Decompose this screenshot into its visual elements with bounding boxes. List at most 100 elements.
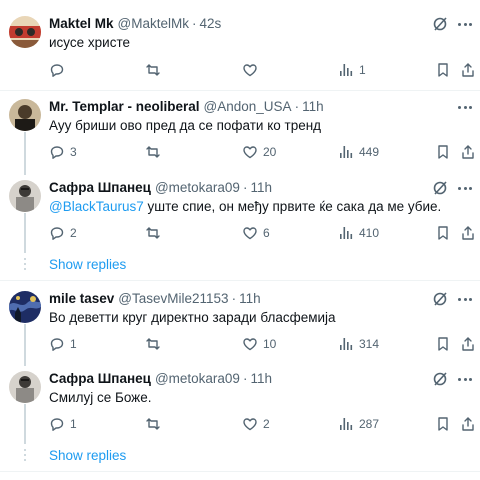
bookmark-icon (438, 63, 448, 77)
like-button[interactable]: 2 (242, 414, 270, 434)
share-button[interactable] (460, 334, 476, 354)
like-count: 6 (263, 226, 270, 240)
more-options-icon[interactable] (458, 291, 472, 307)
author-name[interactable]: Сафра Шпанец (49, 180, 151, 195)
views-count: 449 (359, 145, 380, 159)
reply-count: 3 (70, 145, 77, 159)
reply-button[interactable]: 1 (49, 334, 77, 354)
share-icon (462, 63, 474, 77)
avatar[interactable] (9, 16, 41, 48)
avatar[interactable] (9, 99, 41, 131)
avatar[interactable] (9, 180, 41, 212)
avatar[interactable] (9, 371, 41, 403)
like-count: 10 (263, 337, 277, 351)
views-count: 287 (359, 417, 380, 431)
bookmark-button[interactable] (435, 60, 451, 80)
share-icon (462, 417, 474, 431)
author-handle[interactable]: @MaktelMk (118, 16, 189, 31)
author-handle[interactable]: @metokara09 (155, 371, 240, 386)
reply-count: 1 (70, 417, 77, 431)
reply-count: 2 (70, 226, 77, 240)
post-time[interactable]: 42s (200, 16, 222, 31)
views-button[interactable]: 287 (338, 414, 379, 434)
post-time[interactable]: 11h (250, 371, 272, 386)
bookmark-icon (438, 145, 448, 159)
share-button[interactable] (460, 60, 476, 80)
post-time[interactable]: 11h (250, 180, 272, 195)
repost-button[interactable] (145, 142, 166, 162)
reply-icon (50, 227, 64, 240)
bookmark-button[interactable] (435, 414, 451, 434)
bookmark-button[interactable] (435, 223, 451, 243)
repost-button[interactable] (145, 223, 166, 243)
repost-button[interactable] (145, 414, 166, 434)
author-handle[interactable]: @metokara09 (155, 180, 240, 195)
author-name[interactable]: Maktel Mk (49, 16, 114, 31)
share-icon (462, 226, 474, 240)
post-text: @BlackTaurus7 уште спие, он међу првите … (49, 199, 441, 214)
analytics-icon (340, 64, 353, 76)
more-options-icon[interactable] (458, 16, 472, 32)
analytics-icon (340, 146, 353, 158)
like-button[interactable]: 6 (242, 223, 270, 243)
show-replies-link[interactable]: Show replies (49, 448, 126, 463)
reply-button[interactable]: 1 (49, 414, 77, 434)
avatar[interactable] (9, 291, 41, 323)
grok-icon[interactable] (432, 180, 448, 196)
repost-icon (146, 227, 160, 239)
bookmark-button[interactable] (435, 142, 451, 162)
author-name[interactable]: mile tasev (49, 291, 114, 306)
more-options-icon[interactable] (458, 180, 472, 196)
post-actions: 3 20 449 (0, 142, 480, 162)
reply-icon (50, 146, 64, 159)
repost-button[interactable] (145, 60, 166, 80)
reply-button[interactable]: 2 (49, 223, 77, 243)
reply-icon (50, 64, 64, 77)
heart-icon (243, 227, 257, 240)
post-time[interactable]: 11h (239, 291, 261, 306)
post-time[interactable]: 11h (302, 99, 324, 114)
repost-button[interactable] (145, 334, 166, 354)
author-handle[interactable]: @TasevMile21153 (118, 291, 228, 306)
post-text: Во деветти круг директно заради бласфеми… (49, 310, 336, 325)
like-button[interactable]: 10 (242, 334, 276, 354)
bookmark-icon (438, 337, 448, 351)
show-replies-link[interactable]: Show replies (49, 257, 126, 272)
separator-dot: · (294, 98, 300, 114)
grok-icon[interactable] (432, 291, 448, 307)
share-button[interactable] (460, 414, 476, 434)
post-actions: 1 2 287 (0, 414, 480, 434)
grok-icon[interactable] (432, 16, 448, 32)
views-count: 410 (359, 226, 380, 240)
post-actions: 1 10 314 (0, 334, 480, 354)
reply-icon (50, 418, 64, 431)
like-button[interactable]: 20 (242, 142, 276, 162)
author-handle[interactable]: @Andon_USA (204, 99, 292, 114)
more-options-icon[interactable] (458, 99, 472, 115)
divider (0, 90, 480, 91)
repost-icon (146, 338, 160, 350)
author-name[interactable]: Mr. Templar - neoliberal (49, 99, 200, 114)
analytics-icon (340, 338, 353, 350)
reply-button[interactable]: 3 (49, 142, 77, 162)
views-button[interactable]: 314 (338, 334, 379, 354)
share-button[interactable] (460, 142, 476, 162)
reply-count: 1 (70, 337, 77, 351)
mention-link[interactable]: @BlackTaurus7 (49, 199, 144, 214)
views-count: 1 (359, 63, 366, 77)
views-button[interactable]: 410 (338, 223, 379, 243)
author-name[interactable]: Сафра Шпанец (49, 371, 151, 386)
like-count: 20 (263, 145, 277, 159)
reply-button[interactable] (49, 60, 70, 80)
views-button[interactable]: 449 (338, 142, 379, 162)
bookmark-button[interactable] (435, 334, 451, 354)
post-text: Ауу бриши ово пред да се пофати ко тренд (49, 118, 322, 133)
divider (0, 280, 480, 281)
more-options-icon[interactable] (458, 371, 472, 387)
share-button[interactable] (460, 223, 476, 243)
grok-icon[interactable] (432, 371, 448, 387)
post-actions: 1 (0, 60, 480, 80)
views-button[interactable]: 1 (338, 60, 366, 80)
like-button[interactable] (242, 60, 263, 80)
post-actions: 2 6 410 (0, 223, 480, 243)
